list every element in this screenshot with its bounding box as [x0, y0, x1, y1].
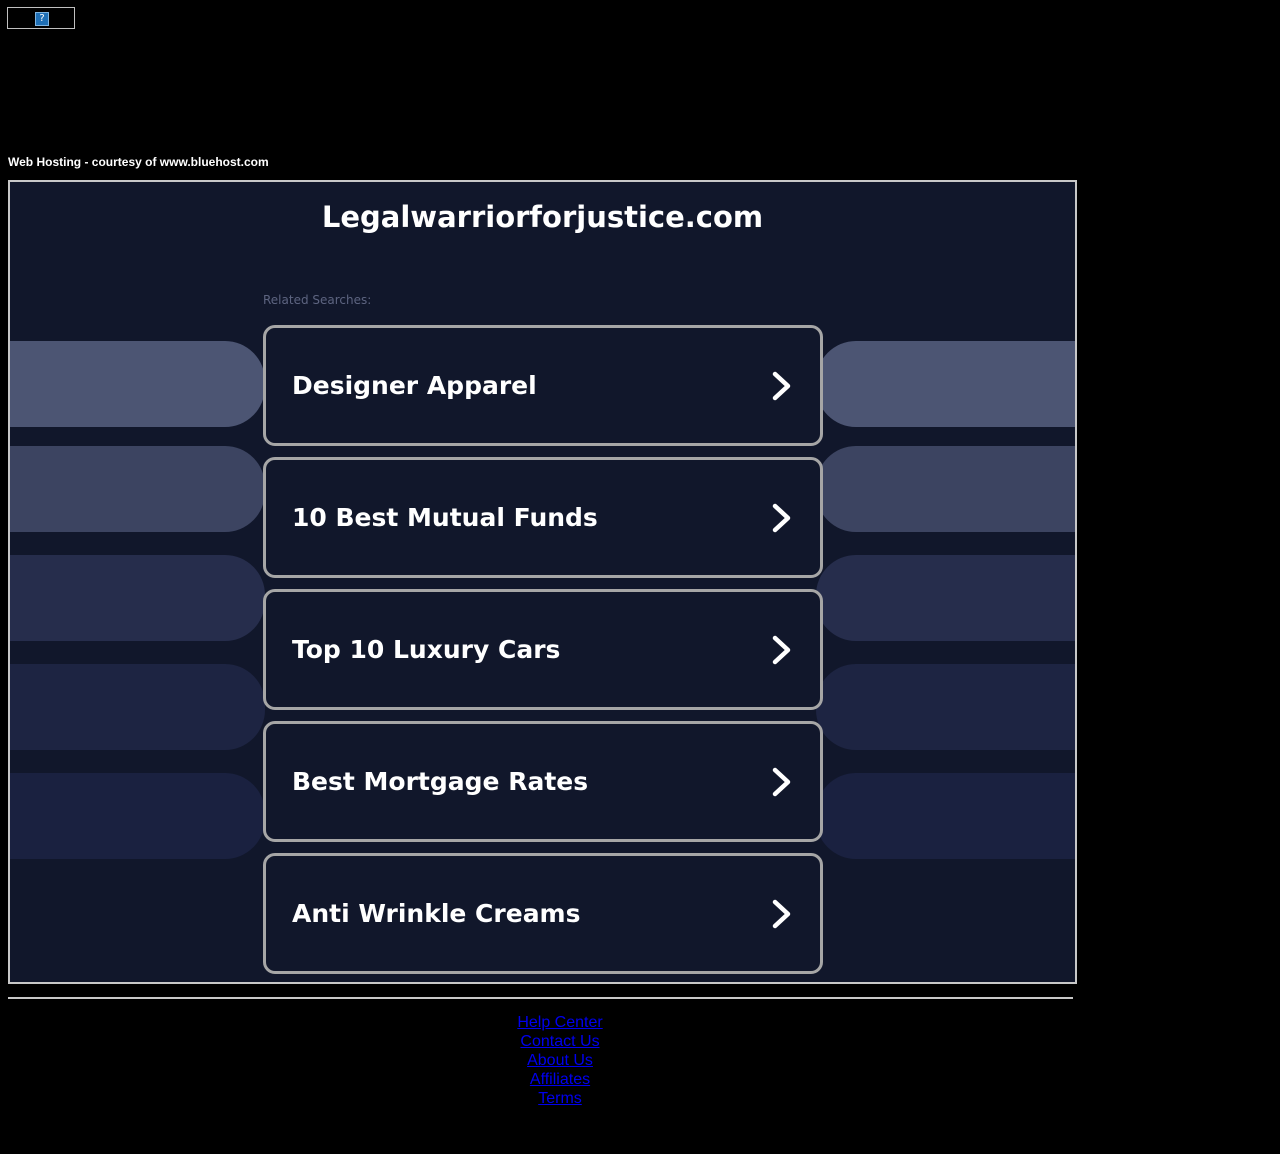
search-panel: Legalwarriorforjustice.com Related Searc… [8, 180, 1077, 984]
footer-divider [8, 997, 1073, 999]
chevron-right-icon [772, 635, 791, 665]
search-link-label: Best Mortgage Rates [292, 767, 589, 796]
hosting-credit-text: Web Hosting - courtesy of www.bluehost.c… [8, 155, 269, 169]
search-link-best-mortgage-rates[interactable]: Best Mortgage Rates [263, 721, 823, 842]
decorative-side-pill [10, 773, 265, 859]
search-link-10-best-mutual-funds[interactable]: 10 Best Mutual Funds [263, 457, 823, 578]
footer-link-about-us[interactable]: About Us [8, 1051, 1112, 1070]
search-link-label: 10 Best Mutual Funds [292, 503, 598, 532]
search-link-label: Designer Apparel [292, 371, 537, 400]
search-link-top-10-luxury-cars[interactable]: Top 10 Luxury Cars [263, 589, 823, 710]
related-searches-label: Related Searches: [263, 293, 372, 307]
chevron-right-icon [772, 767, 791, 797]
footer-link-contact-us[interactable]: Contact Us [8, 1032, 1112, 1051]
footer-link-terms[interactable]: Terms [8, 1089, 1112, 1108]
decorative-side-pill [816, 555, 1075, 641]
decorative-side-pill [10, 446, 265, 532]
footer-link-help-center[interactable]: Help Center [8, 1013, 1112, 1032]
chevron-right-icon [772, 503, 791, 533]
top-banner-box[interactable]: ? [7, 7, 75, 29]
decorative-side-pill [10, 555, 265, 641]
chevron-right-icon [772, 899, 791, 929]
decorative-side-pill [816, 773, 1075, 859]
search-link-anti-wrinkle-creams[interactable]: Anti Wrinkle Creams [263, 853, 823, 974]
decorative-side-pill [816, 664, 1075, 750]
search-link-label: Top 10 Luxury Cars [292, 635, 561, 664]
broken-image-icon[interactable]: ? [35, 12, 49, 26]
search-link-label: Anti Wrinkle Creams [292, 899, 581, 928]
domain-title: Legalwarriorforjustice.com [321, 200, 764, 234]
footer-links: Help Center Contact Us About Us Affiliat… [8, 1013, 1112, 1108]
chevron-right-icon [772, 371, 791, 401]
decorative-side-pill [816, 446, 1075, 532]
footer-link-affiliates[interactable]: Affiliates [8, 1070, 1112, 1089]
decorative-side-pill [816, 341, 1075, 427]
decorative-side-pill [10, 664, 265, 750]
search-link-designer-apparel[interactable]: Designer Apparel [263, 325, 823, 446]
decorative-side-pill [10, 341, 265, 427]
